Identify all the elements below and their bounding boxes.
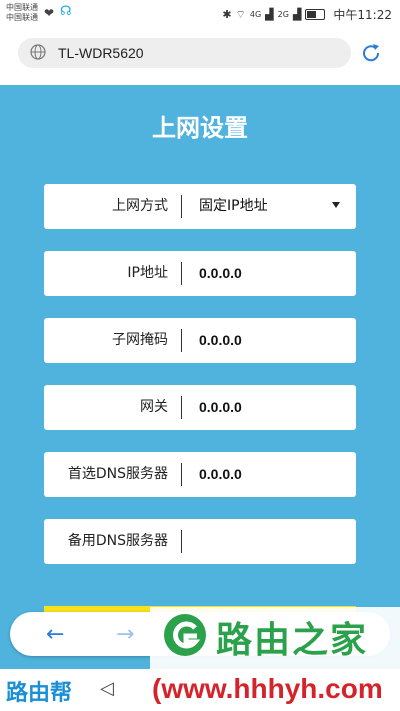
gateway-field[interactable]: 网关 0.0.0.0 [44, 385, 356, 430]
watermark-panel: 路由之家 [150, 607, 400, 669]
bottom-watermark-strip: 路由帮 ◁ (www.hhhyh.com [0, 669, 400, 711]
refresh-icon[interactable] [360, 42, 382, 64]
battery-icon [305, 9, 326, 20]
status-indicators: ✱ ⌔ 4G ▟ 2G ▟ 中午11:22 [222, 6, 392, 23]
connection-type-select[interactable]: 上网方式 固定IP地址 [44, 184, 356, 229]
field-label: 备用DNS服务器 [67, 533, 168, 549]
subnet-mask-field[interactable]: 子网掩码 0.0.0.0 [44, 318, 356, 363]
headset-icon: ☊ [60, 4, 72, 19]
signal-icon-2: ▟ [292, 8, 302, 21]
carrier-info: 中国联通 中国联通 [6, 3, 38, 23]
bluetooth-icon: ✱ [222, 8, 232, 21]
network-settings-form: 上网方式 固定IP地址 IP地址 0.0.0.0 子网掩码 0.0.0.0 网关… [44, 184, 356, 586]
field-label: 网关 [140, 399, 168, 415]
watermark-left-brand: 路由帮 [6, 680, 73, 706]
field-divider [181, 463, 182, 486]
network-type-2: 2G [277, 10, 289, 19]
ip-address-field[interactable]: IP地址 0.0.0.0 [44, 251, 356, 296]
watermark-brand: 路由之家 [216, 620, 369, 661]
url-text: TL-WDR5620 [58, 45, 144, 61]
field-value: 固定IP地址 [199, 198, 268, 214]
primary-dns-field[interactable]: 首选DNS服务器 0.0.0.0 [44, 452, 356, 497]
carrier-line-1: 中国联通 [6, 3, 38, 12]
clock: 中午11:22 [333, 8, 392, 22]
field-divider [181, 530, 182, 553]
field-divider [181, 195, 182, 218]
globe-icon [30, 44, 46, 60]
wifi-icon: ⌔ [235, 7, 246, 21]
watermark-site: (www.hhhyh.com [152, 673, 383, 704]
health-icon: ❤ [44, 6, 55, 20]
field-value: 0.0.0.0 [199, 466, 242, 482]
chevron-down-icon [332, 202, 340, 208]
back-arrow-icon[interactable]: ← [46, 622, 64, 647]
carrier-line-2: 中国联通 [6, 13, 38, 22]
network-type-1: 4G [249, 10, 262, 19]
forward-arrow-icon[interactable]: → [116, 622, 134, 647]
field-divider [181, 262, 182, 285]
field-divider [181, 329, 182, 352]
field-label: 首选DNS服务器 [67, 466, 168, 482]
url-box[interactable]: TL-WDR5620 [18, 38, 351, 68]
field-label: IP地址 [127, 265, 168, 281]
field-value: 0.0.0.0 [199, 265, 242, 281]
field-value: 0.0.0.0 [199, 332, 242, 348]
field-label: 上网方式 [112, 198, 168, 214]
page-title: 上网设置 [152, 114, 248, 142]
field-divider [181, 396, 182, 419]
signal-icon-1: ▟ [265, 8, 274, 21]
status-bar: 中国联通 中国联通 ❤ ☊ ✱ ⌔ 4G ▟ 2G ▟ 中午11:22 [0, 0, 400, 30]
secondary-dns-field[interactable]: 备用DNS服务器 [44, 519, 356, 564]
field-label: 子网掩码 [112, 332, 168, 348]
address-bar: TL-WDR5620 [0, 30, 400, 85]
brand-logo-icon [164, 614, 206, 656]
nav-back-icon[interactable]: ◁ [100, 678, 114, 699]
field-value: 0.0.0.0 [199, 399, 242, 415]
